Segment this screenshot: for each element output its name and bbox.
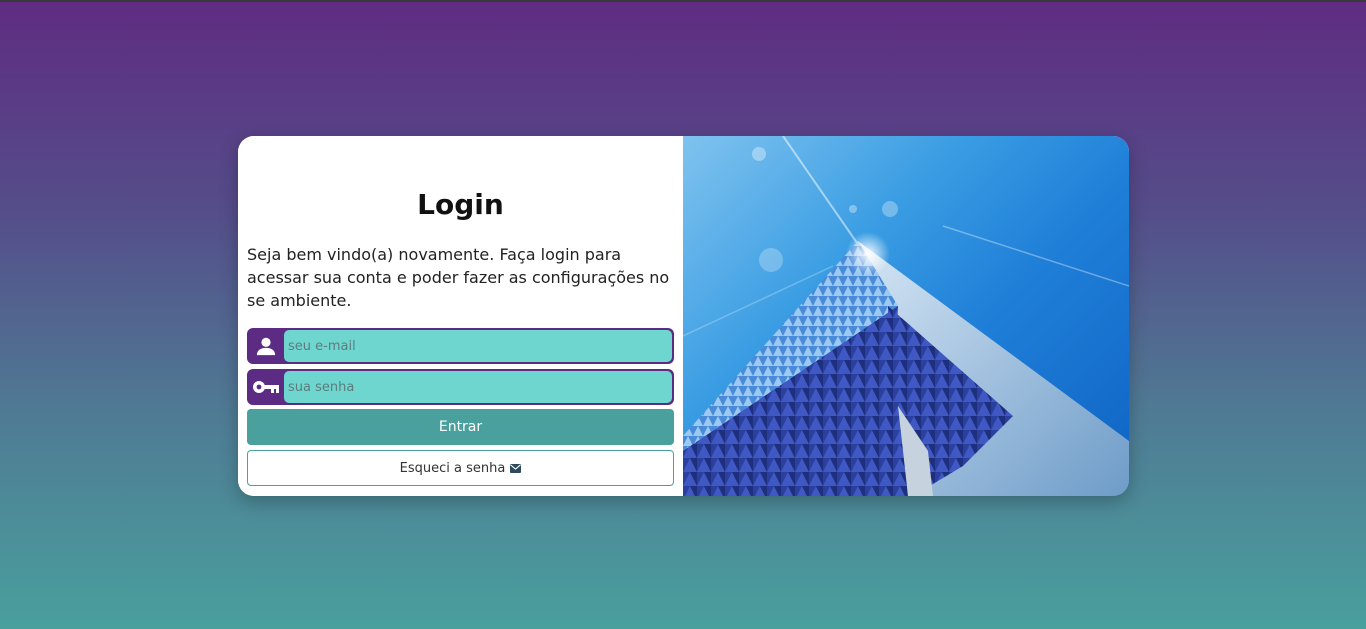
login-title: Login (417, 188, 504, 221)
key-icon (247, 369, 284, 405)
email-input[interactable] (284, 330, 672, 362)
forgot-password-label: Esqueci a senha (399, 460, 506, 476)
forgot-password-button[interactable]: Esqueci a senha (247, 450, 674, 486)
email-field-group (247, 328, 674, 364)
password-input[interactable] (284, 371, 672, 403)
password-field-group (247, 369, 674, 405)
login-panel: Login Seja bem vindo(a) novamente. Faça … (238, 136, 683, 496)
login-description: Seja bem vindo(a) novamente. Faça login … (247, 245, 670, 310)
login-card: Login Seja bem vindo(a) novamente. Faça … (238, 136, 1129, 496)
user-icon (247, 328, 284, 364)
login-button[interactable]: Entrar (247, 409, 674, 445)
envelope-icon (510, 463, 522, 473)
top-border (0, 0, 1366, 2)
building-image (683, 136, 1129, 496)
